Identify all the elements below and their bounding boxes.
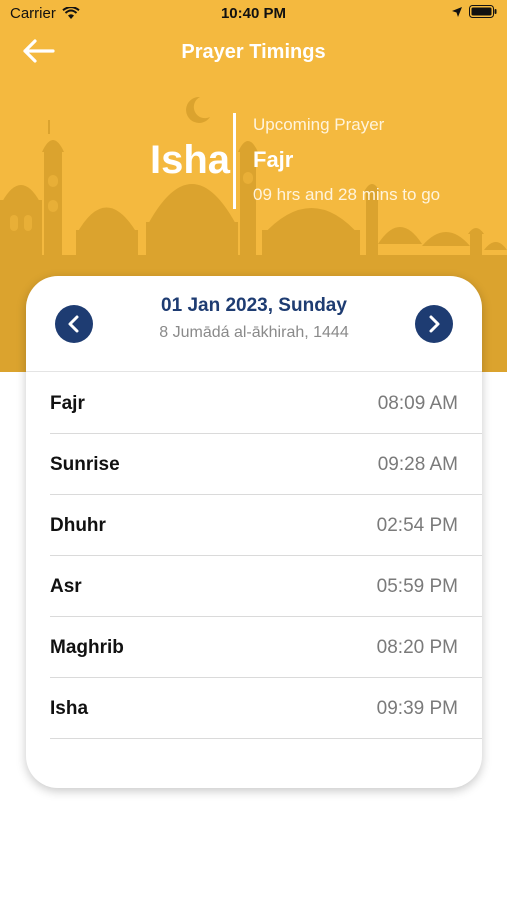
crescent-moon-icon [186,96,210,123]
upcoming-prayer-name: Fajr [253,147,294,172]
upcoming-prayer-label: Upcoming Prayer [253,115,385,134]
prayer-name: Isha [50,698,89,719]
page-title: Prayer Timings [181,41,326,63]
chevron-right-icon [429,315,440,333]
prayer-time: 02:54 PM [376,515,458,536]
prayer-name: Sunrise [50,454,120,475]
current-prayer-name: Isha [149,138,230,182]
next-day-button[interactable] [415,305,453,343]
prayer-time: 08:09 AM [377,393,458,414]
prayer-row-sunrise: Sunrise 09:28 AM [50,434,482,495]
prayer-list: Fajr 08:09 AM Sunrise 09:28 AM Dhuhr 02:… [50,373,482,739]
status-time: 10:40 PM [220,5,287,22]
gregorian-date: 01 Jan 2023, Sunday [161,295,347,316]
status-right [451,5,497,18]
prayer-times-card: 01 Jan 2023, Sunday 8 Jumādá al-ākhirah,… [26,276,482,788]
upcoming-prayer-countdown: 09 hrs and 28 mins to go [253,185,441,204]
navigation-bar: Prayer Timings [0,30,507,76]
prayer-row-isha: Isha 09:39 PM [50,678,482,739]
card-divider [26,371,482,372]
prayer-time: 05:59 PM [376,576,458,597]
prayer-time: 09:39 PM [376,698,458,719]
status-bar: Carrier 10:40 PM [0,0,507,30]
prayer-name: Asr [50,576,82,597]
hijri-date: 8 Jumādá al-ākhirah, 1444 [159,324,349,341]
prayer-name: Fajr [50,393,85,414]
prayer-name: Dhuhr [50,515,106,536]
vertical-divider [233,113,236,209]
location-arrow-icon [452,6,462,17]
prayer-row-asr: Asr 05:59 PM [50,556,482,617]
prayer-time: 09:28 AM [377,454,458,475]
prayer-row-maghrib: Maghrib 08:20 PM [50,617,482,678]
battery-icon [469,5,497,18]
prayer-time: 08:20 PM [376,637,458,658]
prayer-name: Maghrib [50,637,124,658]
prayer-row-dhuhr: Dhuhr 02:54 PM [50,495,482,556]
prayer-row-fajr: Fajr 08:09 AM [50,373,482,434]
